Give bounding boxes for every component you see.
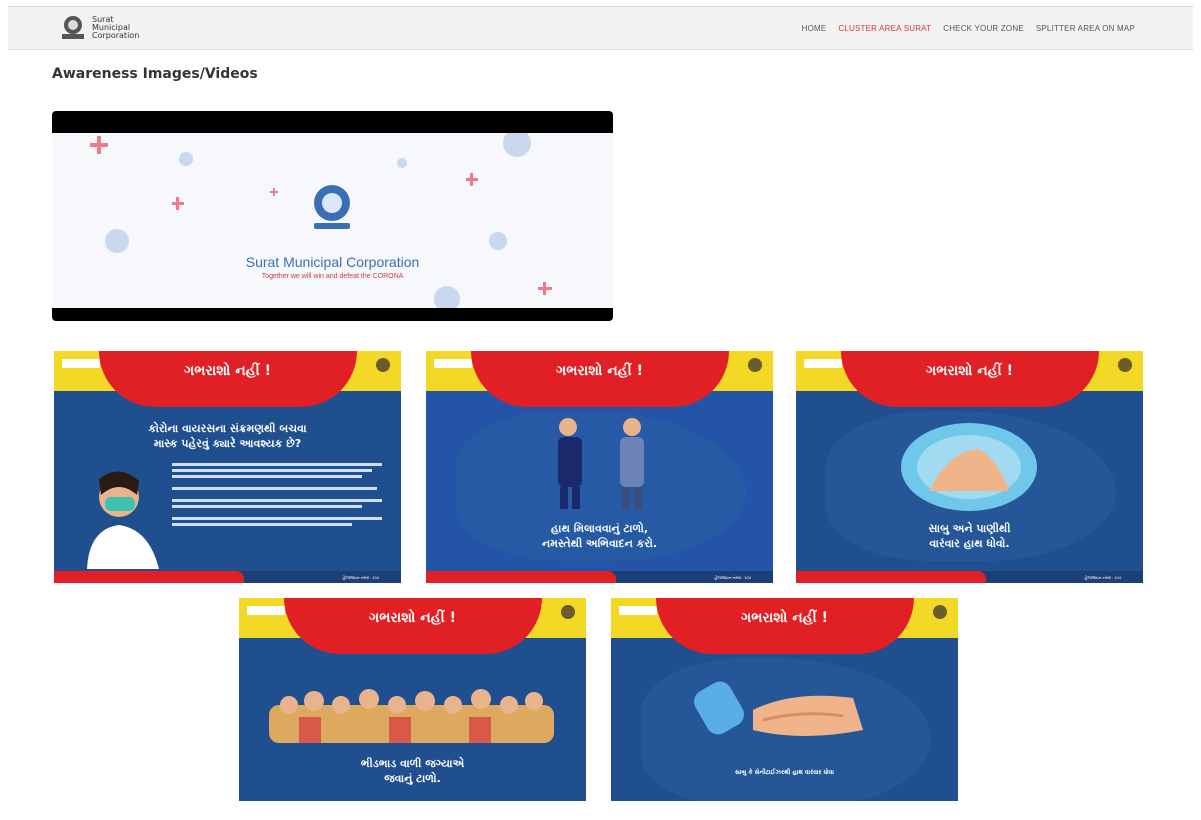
awareness-poster-1[interactable]: ગભરાશો નહીં ! કોરોના વાયરસના સંક્રમણથી બ… [54, 351, 401, 583]
hand-washing-illustration [901, 423, 1037, 511]
awareness-poster-3[interactable]: ગભરાશો નહીં ! સાબુ અને પાણીથી વારંવાર હા… [796, 351, 1143, 583]
smc-emblem-icon [58, 14, 88, 42]
smc-logo[interactable]: Surat Municipal Corporation [58, 14, 139, 42]
nav-cluster-area-surat[interactable]: CLUSTER AREA SURAT [838, 24, 931, 33]
site-header: Surat Municipal Corporation HOME CLUSTER… [8, 6, 1193, 50]
video-brand-text: Surat Municipal Corporation [245, 254, 420, 270]
poster-caption: કોરોના વાયરસના સંક્રમણથી બચવા માસ્ક પહેર… [148, 422, 307, 450]
helpline-text: હેલ્પલાઇન નંબર : 104 [342, 575, 379, 580]
main-nav: HOME CLUSTER AREA SURAT CHECK YOUR ZONE … [802, 24, 1135, 33]
namaste-greeting-illustration [558, 418, 644, 509]
awareness-poster-4[interactable]: ગભરાશો નહીં ! ભીડભાડ વાળી જગ્યાએ જવાનું … [239, 598, 586, 801]
poster-caption: ભીડભાડ વાળી જગ્યાએ જવાનું ટાળો. [360, 757, 465, 785]
logo-text: Surat Municipal Corporation [92, 15, 140, 40]
masked-person-illustration [87, 471, 159, 569]
video-decoration [90, 129, 552, 312]
video-frame: Surat Municipal Corporation Together we … [52, 129, 613, 312]
nav-splitter-area-on-map[interactable]: SPLITTER AREA ON MAP [1036, 24, 1135, 33]
sanitizer-hands-illustration [694, 681, 863, 736]
poster-caption: સાબુ કે સેનીટાઈઝરથી હાથ વારંવાર ધોવા [735, 769, 834, 776]
helpline-text: હેલ્પલાઇન નંબર : 104 [1084, 575, 1121, 580]
awareness-video[interactable]: Surat Municipal Corporation Together we … [52, 111, 613, 321]
poster-title: ગભરાશો નહીં ! [184, 363, 271, 379]
poster-title: ગભરાશો નહીં ! [741, 610, 828, 626]
poster-title: ગભરાશો નહીં ! [556, 363, 643, 379]
page-title: Awareness Images/Videos [52, 66, 258, 82]
awareness-poster-2[interactable]: ગભરાશો નહીં ! હાથ મિલાવવાનું ટાળો, નમસ્ત… [426, 351, 773, 583]
crowd-illustration [269, 689, 554, 743]
poster-title: ગભરાશો નહીં ! [926, 363, 1013, 379]
helpline-text: હેલ્પલાઇન નંબર : 104 [714, 575, 751, 580]
poster-caption: હાથ મિલાવવાનું ટાળો, નમસ્તેથી અભિવાદન કર… [541, 522, 658, 550]
awareness-poster-5[interactable]: ગભરાશો નહીં ! સાબુ કે સેનીટાઈઝરથી હાથ વા… [611, 598, 958, 801]
poster-bullet-text [172, 463, 382, 526]
poster-title: ગભરાશો નહીં ! [369, 610, 456, 626]
nav-home[interactable]: HOME [802, 24, 827, 33]
poster-caption: સાબુ અને પાણીથી વારંવાર હાથ ધોવો. [928, 522, 1011, 550]
nav-check-your-zone[interactable]: CHECK YOUR ZONE [943, 24, 1024, 33]
video-tagline: Together we will win and defeat the CORO… [261, 273, 404, 280]
